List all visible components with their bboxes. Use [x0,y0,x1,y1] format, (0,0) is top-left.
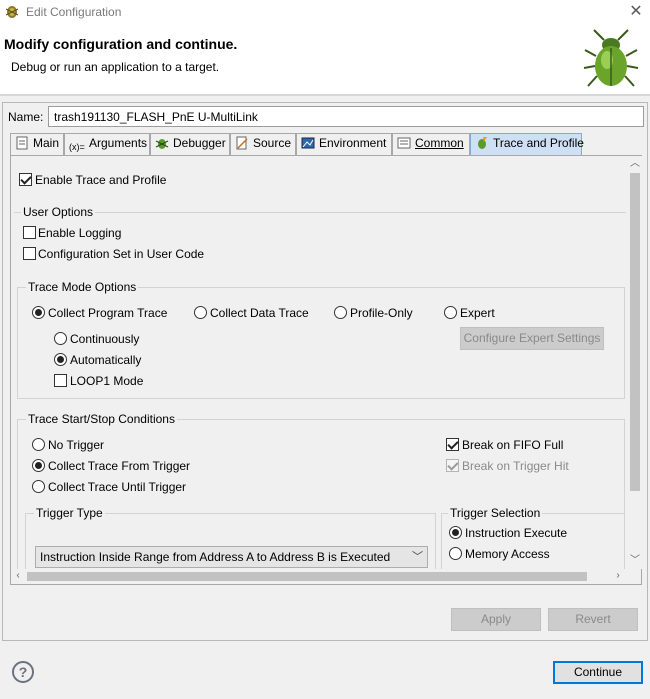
name-label: Name: [8,110,44,124]
trigger-type-select[interactable]: Instruction Inside Range from Address A … [35,546,428,568]
trace-profile-icon [478,137,487,149]
title-bar: Edit Configuration ✕ [0,0,650,26]
tab-common-label: Common [415,136,464,150]
instruction-execute-label: Instruction Execute [465,526,568,540]
scroll-down-icon[interactable]: ﹀ [629,555,641,567]
tab-environment-label: Environment [319,136,387,150]
collect-from-trigger-label: Collect Trace From Trigger [48,459,191,473]
source-icon [236,136,248,150]
revert-button[interactable]: Revert [548,608,638,631]
enable-trace-checkbox[interactable] [19,173,32,186]
continue-button[interactable]: Continue [553,661,643,684]
user-options-title: User Options [21,205,96,219]
vertical-scroll-thumb[interactable] [630,173,640,491]
tab-main-label: Main [33,136,60,150]
environment-icon [301,137,315,149]
memory-access-radio[interactable] [449,547,462,560]
app-bug-icon [5,6,19,18]
tab-arguments-label: Arguments [89,136,148,150]
expert-label: Expert [460,306,495,320]
trace-mode-title: Trace Mode Options [26,280,139,294]
enable-trace-label: Enable Trace and Profile [35,173,167,187]
tab-source-label: Source [253,136,292,150]
chevron-down-icon: ﹀ [412,551,423,563]
tab-source[interactable]: Source [230,133,296,155]
collect-data-trace-label: Collect Data Trace [210,306,309,320]
scroll-up-icon[interactable]: ︿ [629,158,641,170]
continuously-label: Continuously [70,332,140,346]
start-stop-title: Trace Start/Stop Conditions [26,412,177,426]
tab-trace-and-profile[interactable]: Trace and Profile [470,133,584,155]
automatically-radio[interactable] [54,353,67,366]
tab-bar: Main (x)= Arguments Debugger Source Envir… [10,133,640,155]
instruction-execute-radio[interactable] [449,526,462,539]
debugger-bug-icon [155,139,169,149]
configure-expert-settings-button[interactable]: Configure Expert Settings [460,327,604,350]
tab-main[interactable]: Main [10,133,64,155]
tab-arguments[interactable]: (x)= Arguments [64,133,150,155]
trigger-type-title: Trigger Type [34,506,105,520]
break-trigger-label: Break on Trigger Hit [462,459,569,473]
dialog-heading: Modify configuration and continue. [4,36,238,52]
profile-only-radio[interactable] [334,306,347,319]
window-title: Edit Configuration [26,5,122,19]
arguments-icon: (x)= [69,142,85,152]
no-trigger-label: No Trigger [48,438,105,452]
enable-logging-label: Enable Logging [38,226,122,240]
break-fifo-label: Break on FIFO Full [462,438,564,452]
configuration-name-input[interactable] [48,106,644,127]
profile-only-label: Profile-Only [350,306,413,320]
memory-access-label: Memory Access [465,547,550,561]
continuously-radio[interactable] [54,332,67,345]
no-trigger-radio[interactable] [32,438,45,451]
loop1-mode-label: LOOP1 Mode [70,374,144,388]
enable-logging-checkbox[interactable] [23,226,36,239]
collect-until-trigger-label: Collect Trace Until Trigger [48,480,187,494]
expert-radio[interactable] [444,306,457,319]
scroll-right-icon[interactable]: › [612,570,624,582]
trigger-selection-title: Trigger Selection [448,506,543,520]
main-tab-icon [16,136,28,150]
break-trigger-checkbox[interactable] [446,459,459,472]
config-set-checkbox[interactable] [23,247,36,260]
help-icon[interactable]: ? [12,661,34,683]
header-divider [0,94,650,96]
common-icon [397,137,411,149]
collect-program-trace-radio[interactable] [32,306,45,319]
automatically-label: Automatically [70,353,142,367]
loop1-mode-checkbox[interactable] [54,374,67,387]
config-set-label: Configuration Set in User Code [38,247,205,261]
tab-environment[interactable]: Environment [296,133,392,155]
horizontal-scroll-thumb[interactable] [27,572,587,581]
collect-from-trigger-radio[interactable] [32,459,45,472]
dialog-header: Modify configuration and continue. Debug… [0,26,650,94]
scroll-left-icon[interactable]: ‹ [12,570,24,582]
tab-debugger-label: Debugger [173,136,226,150]
apply-button[interactable]: Apply [451,608,541,631]
debug-bug-icon [583,29,639,87]
tab-common[interactable]: Common [392,133,470,155]
trigger-type-value: Instruction Inside Range from Address A … [40,550,391,564]
collect-data-trace-radio[interactable] [194,306,207,319]
tab-trace-label: Trace and Profile [493,136,584,150]
close-icon[interactable]: ✕ [626,2,646,22]
break-fifo-checkbox[interactable] [446,438,459,451]
dialog-description: Debug or run an application to a target. [11,60,220,74]
collect-program-trace-label: Collect Program Trace [48,306,168,320]
tab-debugger[interactable]: Debugger [150,133,230,155]
collect-until-trigger-radio[interactable] [32,480,45,493]
